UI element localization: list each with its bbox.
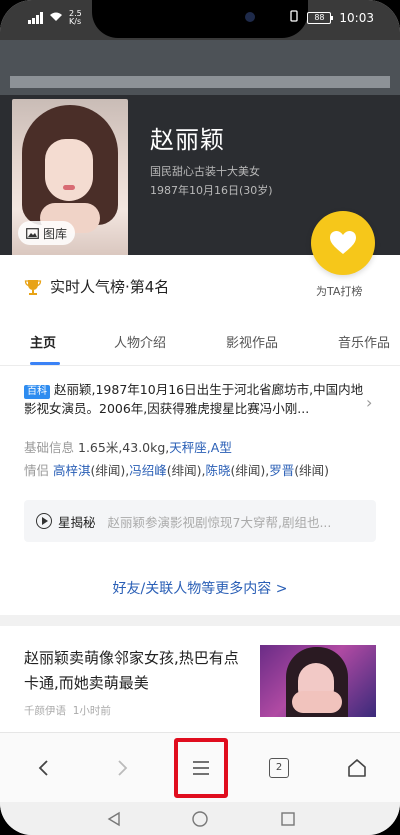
rank-text: 实时人气榜·第4名	[50, 278, 170, 296]
relation-note: (绯闻)	[294, 463, 330, 478]
triangle-back-icon	[107, 811, 120, 827]
star-secret-text: 赵丽颖参演影视剧惊现7大穿帮,剧组也...	[107, 514, 332, 530]
more-content-link[interactable]: 好友/关联人物等更多内容 >	[0, 578, 400, 598]
circle-home-icon	[192, 811, 208, 827]
basic-info: 基础信息 1.65米,43.0kg,天秤座,A型	[24, 437, 232, 456]
zodiac-link[interactable]: 天秤座,A型	[169, 440, 232, 455]
intro-text: 赵丽颖,1987年10月16日出生于河北省廊坊市,中国内地影视女演员。2006年…	[24, 382, 364, 416]
relation-link[interactable]: 罗晋	[269, 463, 294, 478]
tabs-button[interactable]: 2	[255, 742, 303, 794]
star-secret-banner[interactable]: 星揭秘 赵丽颖参演影视剧惊现7大穿帮,剧组也...	[24, 500, 376, 542]
wifi-icon	[49, 11, 63, 25]
gallery-button[interactable]: 图库	[18, 221, 76, 245]
baike-intro[interactable]: 百科 赵丽颖,1987年10月16日出生于河北省廊坊市,中国内地影视女演员。200…	[24, 380, 368, 418]
network-speed: 2.5 K/s	[69, 9, 82, 26]
home-button[interactable]	[333, 742, 381, 794]
relation-note: (绯闻),	[230, 463, 270, 478]
screen: 2.5 K/s 88 10:03 图库 赵丽颖 国民甜心古装十大美女 1987年…	[0, 0, 400, 835]
chevron-right-icon[interactable]: ›	[366, 393, 372, 412]
forward-button[interactable]	[98, 742, 146, 794]
news-meta: 千颜伊语 1小时前	[24, 703, 111, 718]
trophy-icon	[24, 279, 42, 295]
status-bar: 2.5 K/s 88 10:03	[0, 0, 400, 40]
star-name: 赵丽颖	[150, 126, 225, 154]
relation-note: (绯闻),	[166, 463, 206, 478]
baike-tag: 百科	[24, 385, 50, 399]
news-thumbnail[interactable]	[260, 645, 376, 717]
square-recents-icon	[281, 812, 295, 826]
system-recents-button[interactable]	[276, 808, 300, 830]
popularity-rank[interactable]: 实时人气榜·第4名	[24, 276, 169, 297]
tab-home[interactable]: 主页	[30, 332, 56, 351]
relation-link[interactable]: 高梓淇	[53, 463, 91, 478]
relation-link[interactable]: 陈晓	[206, 463, 231, 478]
tab-film[interactable]: 影视作品	[226, 332, 278, 351]
back-button[interactable]	[20, 742, 68, 794]
search-header	[0, 40, 400, 95]
active-tab-indicator	[30, 362, 60, 365]
relationships-label: 情侣	[24, 463, 50, 478]
heart-icon	[330, 231, 356, 254]
home-icon	[348, 759, 366, 777]
system-home-button[interactable]	[188, 808, 212, 830]
tab-count: 2	[269, 758, 289, 778]
chevron-left-icon	[38, 760, 48, 776]
height-weight: 1.65米,43.0kg,	[78, 440, 170, 455]
basic-info-label: 基础信息	[24, 440, 75, 455]
tab-intro[interactable]: 人物介绍	[114, 332, 166, 351]
header-strip	[10, 76, 390, 88]
camera-notch	[92, 0, 308, 38]
system-back-button[interactable]	[102, 808, 126, 830]
signal-icon	[28, 12, 43, 24]
status-right: 88 10:03	[289, 10, 374, 25]
tab-music[interactable]: 音乐作品	[338, 332, 390, 351]
profile-tabs: 主页 人物介绍 影视作品 音乐作品	[0, 318, 400, 366]
star-secret-label: 星揭秘	[58, 514, 96, 530]
vote-label[interactable]: 为TA打榜	[316, 283, 362, 299]
relation-link[interactable]: 冯绍峰	[129, 463, 167, 478]
play-icon	[36, 513, 52, 529]
news-time: 1小时前	[72, 705, 111, 717]
profile-card	[0, 255, 400, 615]
news-source: 千颜伊语	[24, 705, 66, 717]
gallery-label: 图库	[43, 226, 68, 241]
relationships: 情侣 高梓淇(绯闻),冯绍峰(绯闻),陈晓(绯闻),罗晋(绯闻)	[24, 460, 329, 479]
image-icon	[26, 227, 39, 239]
menu-highlight-box	[174, 738, 228, 798]
battery-icon: 88	[307, 11, 334, 24]
star-subtitle: 国民甜心古装十大美女	[150, 165, 260, 178]
star-birthdate: 1987年10月16日(30岁)	[150, 184, 273, 197]
front-camera-icon	[245, 12, 255, 22]
clock: 10:03	[339, 10, 374, 25]
news-title[interactable]: 赵丽颖卖萌像邻家女孩,热巴有点卡通,而她卖萌最美	[24, 646, 244, 696]
relation-note: (绯闻),	[90, 463, 130, 478]
vibrate-icon	[289, 10, 299, 25]
phone-frame: 2.5 K/s 88 10:03 图库 赵丽颖 国民甜心古装十大美女 1987年…	[0, 0, 400, 835]
status-left: 2.5 K/s	[28, 10, 87, 26]
vote-heart-button[interactable]	[311, 211, 375, 275]
chevron-right-icon	[118, 760, 128, 776]
